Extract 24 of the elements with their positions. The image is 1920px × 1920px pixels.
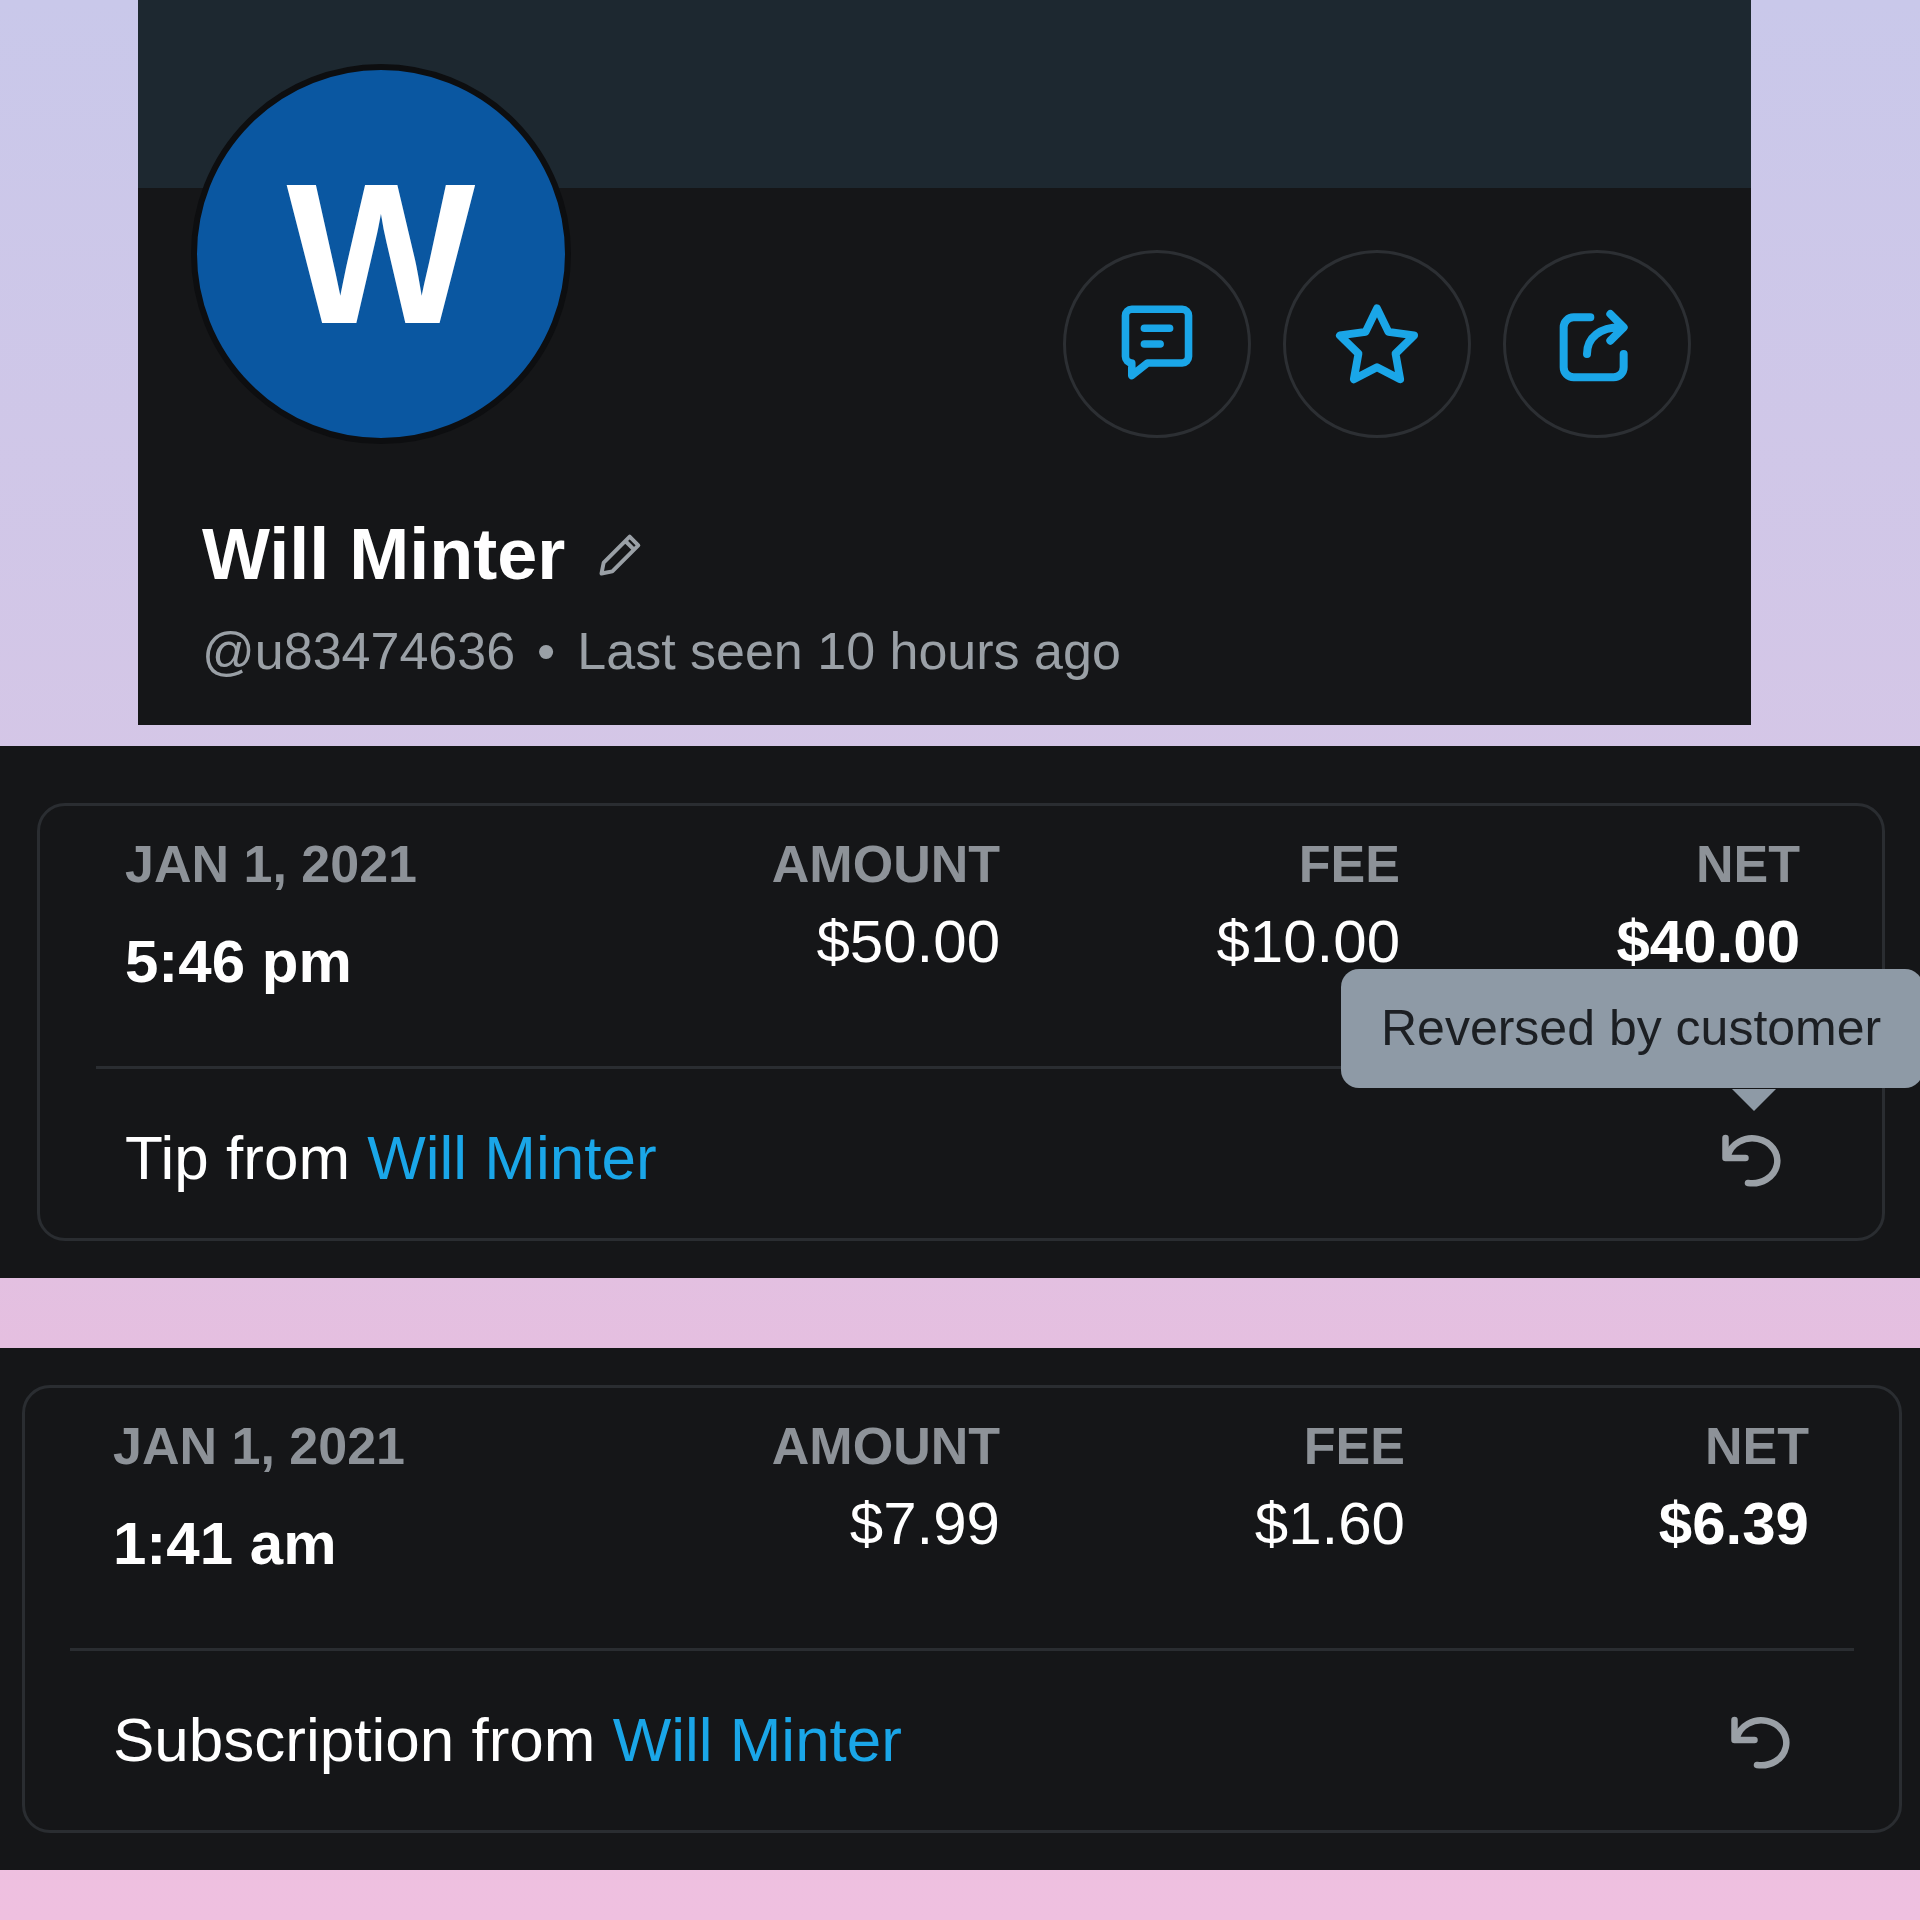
sender-link[interactable]: Will Minter — [612, 1705, 902, 1774]
column-label: FEE — [1303, 1418, 1405, 1476]
sender-link[interactable]: Will Minter — [367, 1123, 657, 1192]
column-value: $50.00 — [816, 909, 1000, 976]
username: @u83474636 — [202, 621, 516, 682]
column-value: $6.39 — [1658, 1491, 1809, 1558]
transaction-time: 1:41 am — [113, 1509, 338, 1580]
column-label: AMOUNT — [771, 1418, 1000, 1476]
last-seen: Last seen 10 hours ago — [577, 621, 1121, 682]
separator-dot: • — [537, 621, 556, 682]
column-value: $7.99 — [849, 1491, 1000, 1558]
tooltip: Reversed by customer — [1341, 969, 1920, 1088]
transaction-date: JAN 1, 2021 — [125, 836, 418, 894]
column-value: $1.60 — [1254, 1491, 1405, 1558]
column-label: NET — [1705, 1418, 1809, 1476]
profile-name: Will Minter — [202, 513, 566, 596]
transaction-time: 5:46 pm — [125, 927, 353, 998]
transaction-description: Subscription from Will Minter — [113, 1704, 902, 1776]
column-label: AMOUNT — [771, 836, 1000, 894]
column-label: NET — [1696, 836, 1800, 894]
transaction-date: JAN 1, 2021 — [113, 1418, 406, 1476]
transaction-description: Tip from Will Minter — [125, 1122, 657, 1194]
column-label: FEE — [1298, 836, 1400, 894]
avatar: W — [191, 64, 571, 444]
